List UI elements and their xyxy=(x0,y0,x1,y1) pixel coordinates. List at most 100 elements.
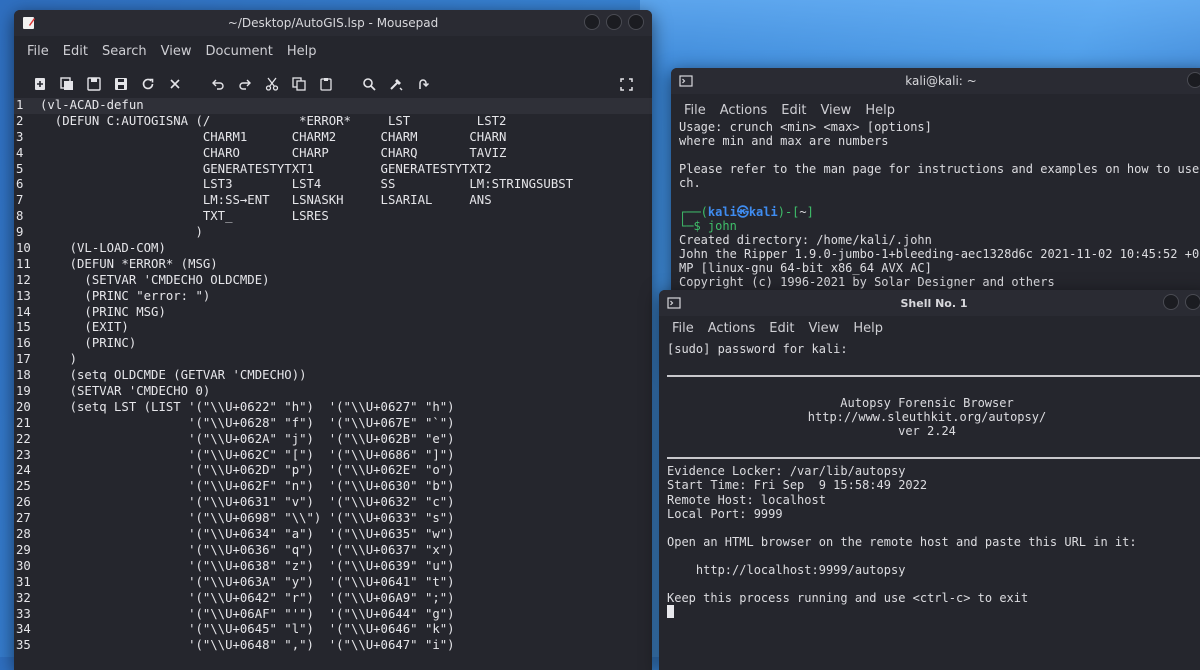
menu-file[interactable]: File xyxy=(677,103,713,118)
save-icon[interactable] xyxy=(80,72,107,96)
code-line[interactable]: 18 (setq OLDCMDE (GETVAR 'CMDECHO)) xyxy=(14,368,652,384)
code-line[interactable]: 10 (VL-LOAD-COM) xyxy=(14,241,652,257)
code-line[interactable]: 27 '("\\U+0698" "\\") '("\\U+0633" "s") xyxy=(14,511,652,527)
autopsy-url[interactable]: http://localhost:9999/autopsy xyxy=(667,563,1200,577)
code-line[interactable]: 14 (PRINC MSG) xyxy=(14,305,652,321)
menu-edit[interactable]: Edit xyxy=(762,321,801,336)
new-document-icon[interactable] xyxy=(26,72,53,96)
code-line[interactable]: 7 LM:SS→ENT LSNASKH LSARIAL ANS xyxy=(14,193,652,209)
mousepad-app-icon xyxy=(23,17,35,29)
paste-icon[interactable] xyxy=(312,72,339,96)
code-line[interactable]: 23 '("\\U+062C" "[") '("\\U+0686" "]") xyxy=(14,448,652,464)
code-line[interactable]: 19 (SETVAR 'CMDECHO 0) xyxy=(14,384,652,400)
maximize-button[interactable] xyxy=(606,14,622,30)
reload-icon[interactable] xyxy=(134,72,161,96)
code-text: (vl-ACAD-defun xyxy=(40,98,144,112)
code-line[interactable]: 30 '("\\U+0638" "z") '("\\U+0639" "u") xyxy=(14,559,652,575)
code-line[interactable]: 13 (PRINC "error: ") xyxy=(14,289,652,305)
divider xyxy=(667,375,1200,378)
code-line[interactable]: 32 '("\\U+0642" "r") '("\\U+06A9" ";") xyxy=(14,591,652,607)
output-line: ​ xyxy=(679,190,1200,204)
code-line[interactable]: 16 (PRINC) xyxy=(14,336,652,352)
menu-edit[interactable]: Edit xyxy=(56,44,95,59)
input-line[interactable] xyxy=(667,605,1200,619)
code-line[interactable]: 15 (EXIT) xyxy=(14,320,652,336)
menu-view[interactable]: View xyxy=(154,44,199,59)
code-line[interactable]: 26 '("\\U+0631" "v") '("\\U+0632" "c") xyxy=(14,495,652,511)
code-text: ) xyxy=(40,225,203,240)
menu-help[interactable]: Help xyxy=(280,44,324,59)
new-window-icon[interactable] xyxy=(53,72,80,96)
output-line: ch. xyxy=(679,176,701,191)
code-line[interactable]: 2 (DEFUN C:AUTOGISNA (/ *ERROR* LST LST2 xyxy=(14,114,652,130)
save-as-icon[interactable] xyxy=(107,72,134,96)
code-line[interactable]: 21 '("\\U+0628" "f") '("\\U+067E" "`") xyxy=(14,416,652,432)
code-line[interactable]: 3 CHARM1 CHARM2 CHARM CHARN xyxy=(14,130,652,146)
code-line[interactable]: 33 '("\\U+06AF" "'") '("\\U+0644" "g") xyxy=(14,607,652,623)
code-line[interactable]: 29 '("\\U+0636" "q") '("\\U+0637" "x") xyxy=(14,543,652,559)
code-line[interactable]: 12 (SETVAR 'CMDECHO OLDCMDE) xyxy=(14,273,652,289)
code-line[interactable]: 6 LST3 LST4 SS LM:STRINGSUBST xyxy=(14,177,652,193)
menu-actions[interactable]: Actions xyxy=(713,103,775,118)
cut-icon[interactable] xyxy=(258,72,285,96)
line-number: 16 xyxy=(16,336,31,351)
menu-document[interactable]: Document xyxy=(198,44,279,59)
code-line[interactable]: 17 ) xyxy=(14,352,652,368)
code-line[interactable]: 4 CHARO CHARP CHARQ TAVIZ xyxy=(14,146,652,162)
copy-icon[interactable] xyxy=(285,72,312,96)
menu-view[interactable]: View xyxy=(813,103,858,118)
menu-edit[interactable]: Edit xyxy=(774,103,813,118)
code-line[interactable]: 34 '("\\U+0645" "l") '("\\U+0646" "k") xyxy=(14,622,652,638)
redo-icon[interactable] xyxy=(231,72,258,96)
kali-terminal-output[interactable]: Usage: crunch <min> <max> [options] where… xyxy=(679,120,1200,289)
close-window-button[interactable] xyxy=(628,14,644,30)
mousepad-titlebar[interactable]: ~/Desktop/AutoGIS.lsp - Mousepad xyxy=(14,10,652,36)
code-editor[interactable]: 1 (vl-ACAD-defun 2 (DEFUN C:AUTOGISNA (/ *… xyxy=(14,98,652,668)
maximize-button[interactable] xyxy=(1185,294,1200,310)
menu-actions[interactable]: Actions xyxy=(701,321,763,336)
line-number: 34 xyxy=(16,622,31,637)
code-line[interactable]: 1 (vl-ACAD-defun xyxy=(14,98,652,114)
line-number: 24 xyxy=(16,463,31,478)
menu-search[interactable]: Search xyxy=(95,44,154,59)
code-text: GENERATESTYTXT1 GENERATESTYTXT2 xyxy=(40,161,492,176)
menu-help[interactable]: Help xyxy=(858,103,902,118)
banner-url: http://www.sleuthkit.org/autopsy/ xyxy=(807,410,1047,425)
shell-output[interactable]: [sudo] password for kali: Autopsy Forensi… xyxy=(667,342,1200,619)
minimize-button[interactable] xyxy=(584,14,600,30)
code-text: '("\\U+062A" "j") '("\\U+062B" "e") xyxy=(40,431,455,446)
kali-terminal-titlebar[interactable]: kali@kali: ~ xyxy=(671,68,1200,94)
minimize-button[interactable] xyxy=(1187,72,1200,88)
window-title: Shell No. 1 xyxy=(900,296,968,310)
line-number: 14 xyxy=(16,304,31,319)
code-line[interactable]: 5 GENERATESTYTXT1 GENERATESTYTXT2 xyxy=(14,162,652,178)
search-icon[interactable] xyxy=(355,72,382,96)
code-line[interactable]: 8 TXT_ LSRES xyxy=(14,209,652,225)
code-text: '("\\U+062C" "[") '("\\U+0686" "]") xyxy=(40,447,455,462)
output-line: where min and max are numbers xyxy=(679,134,889,149)
close-icon[interactable] xyxy=(161,72,188,96)
minimize-button[interactable] xyxy=(1163,294,1179,310)
code-line[interactable]: 28 '("\\U+0634" "a") '("\\U+0635" "w") xyxy=(14,527,652,543)
code-text: '("\\U+0628" "f") '("\\U+067E" "`") xyxy=(40,415,455,430)
code-line[interactable]: 24 '("\\U+062D" "p") '("\\U+062E" "o") xyxy=(14,463,652,479)
code-line[interactable]: 11 (DEFUN *ERROR* (MSG) xyxy=(14,257,652,273)
code-line[interactable]: 25 '("\\U+062F" "n") '("\\U+0630" "b") xyxy=(14,479,652,495)
code-line[interactable]: 20 (setq LST (LIST '("\\U+0622" "h") '("… xyxy=(14,400,652,416)
menu-file[interactable]: File xyxy=(20,44,56,59)
menu-file[interactable]: File xyxy=(665,321,701,336)
code-line[interactable]: 35 '("\\U+0648" ",") '("\\U+0647" "i") xyxy=(14,638,652,654)
find-replace-icon[interactable] xyxy=(382,72,409,96)
menu-help[interactable]: Help xyxy=(846,321,890,336)
goto-icon[interactable] xyxy=(409,72,436,96)
shell-titlebar[interactable]: Shell No. 1 xyxy=(659,290,1200,316)
menu-view[interactable]: View xyxy=(801,321,846,336)
fullscreen-icon[interactable] xyxy=(613,72,640,96)
code-line[interactable]: 31 '("\\U+063A" "y") '("\\U+0641" "t") xyxy=(14,575,652,591)
undo-icon[interactable] xyxy=(204,72,231,96)
code-text: (VL-LOAD-COM) xyxy=(40,241,166,256)
line-number: 20 xyxy=(16,399,31,414)
code-line[interactable]: 9 ) xyxy=(14,225,652,241)
code-line[interactable]: 22 '("\\U+062A" "j") '("\\U+062B" "e") xyxy=(14,432,652,448)
code-text: CHARO CHARP CHARQ TAVIZ xyxy=(40,145,507,160)
